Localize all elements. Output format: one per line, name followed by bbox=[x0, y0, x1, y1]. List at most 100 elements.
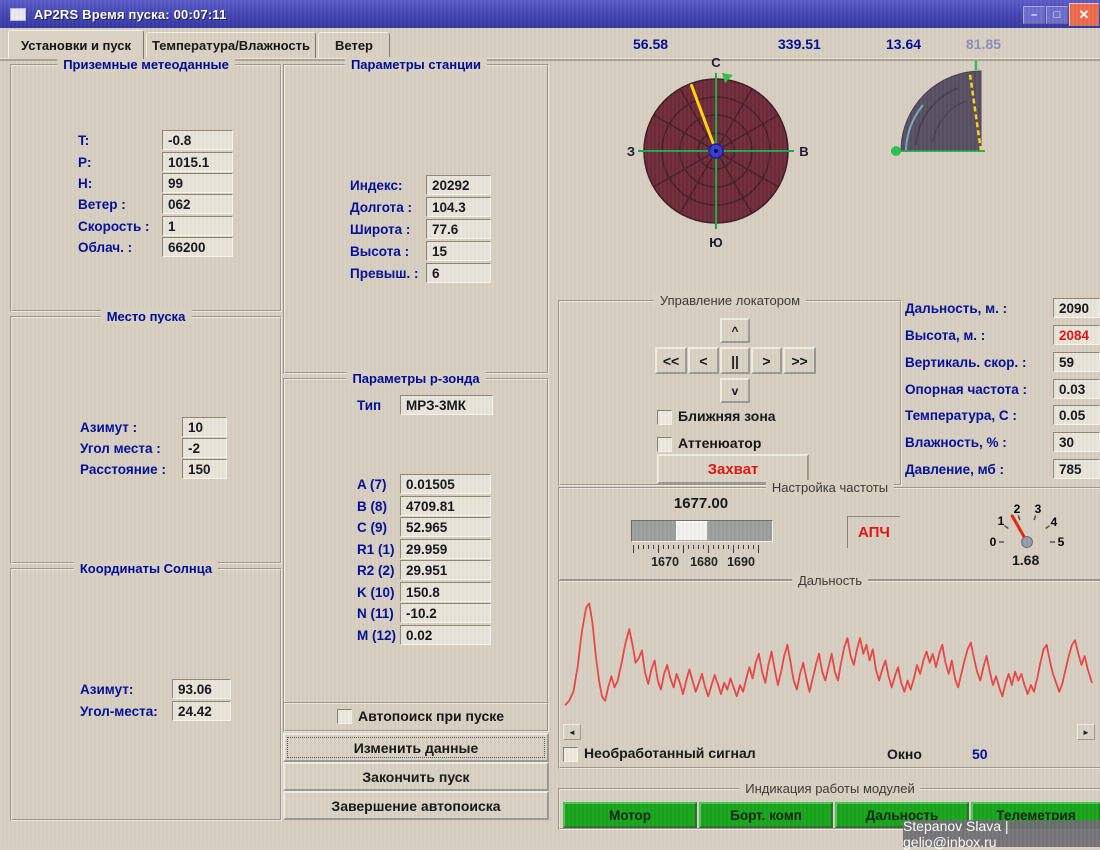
near-zone-label: Ближняя зона bbox=[678, 408, 776, 424]
field-coef-r1[interactable]: 29.959 bbox=[400, 539, 491, 559]
compass-south-label: Ю bbox=[709, 235, 722, 250]
field-sun-azimuth[interactable]: 93.06 bbox=[172, 679, 231, 699]
scale-label-1680: 1680 bbox=[690, 555, 718, 569]
tab-wind[interactable]: Ветер bbox=[318, 32, 390, 58]
fan-horizon-marker bbox=[891, 146, 901, 156]
signal-line bbox=[565, 603, 1092, 705]
group-title: Параметры станции bbox=[345, 57, 487, 72]
field-station-index[interactable]: 20292 bbox=[426, 175, 491, 195]
reading-4: 81.85 bbox=[966, 36, 1001, 52]
photo-watermark: Stepanov Slava | gelio@inbox.ru bbox=[903, 820, 1100, 847]
frequency-slider[interactable] bbox=[631, 520, 773, 542]
group-title: Координаты Солнца bbox=[74, 561, 218, 576]
field-coef-b[interactable]: 4709.81 bbox=[400, 496, 491, 516]
field-launch-azimuth[interactable]: 10 bbox=[182, 417, 227, 437]
antenna-stop-button[interactable]: || bbox=[720, 347, 750, 374]
reading-3: 13.64 bbox=[886, 36, 921, 52]
attenuator-checkbox[interactable] bbox=[657, 437, 672, 452]
field-wind[interactable]: 062 bbox=[162, 194, 233, 214]
window-title: AP2RS Время пуска: 00:07:11 bbox=[34, 7, 227, 22]
field-h[interactable]: 99 bbox=[162, 173, 233, 193]
field-coef-k[interactable]: 150.8 bbox=[400, 582, 491, 602]
close-button[interactable]: ✕ bbox=[1069, 3, 1099, 26]
attenuator-label: Аттенюатор bbox=[678, 435, 761, 451]
reading-1: 56.58 bbox=[633, 36, 668, 52]
title-bar: AP2RS Время пуска: 00:07:11 – □ ✕ bbox=[0, 0, 1100, 28]
field-launch-distance[interactable]: 150 bbox=[182, 459, 227, 479]
azimuth-polar-display: С Ю З В bbox=[618, 53, 818, 253]
field-coef-a[interactable]: 0.01505 bbox=[400, 474, 491, 494]
field-station-excess[interactable]: 6 bbox=[426, 263, 491, 283]
group-title: Настройка частоты bbox=[766, 480, 894, 495]
compass-west-label: З bbox=[627, 144, 635, 159]
range-signal-chart bbox=[564, 594, 1094, 720]
field-coef-c[interactable]: 52.965 bbox=[400, 517, 491, 537]
field-p[interactable]: 1015.1 bbox=[162, 152, 233, 172]
group-range-chart: Дальность ◄ ► Необработанный сигнал Окно… bbox=[558, 580, 1100, 769]
field-station-height[interactable]: 15 bbox=[426, 241, 491, 261]
field-coef-n[interactable]: -10.2 bbox=[400, 603, 491, 623]
field-speed[interactable]: 1 bbox=[162, 216, 233, 236]
field-sonde-type[interactable]: МРЗ-3МК bbox=[400, 395, 493, 415]
chart-scroll-right-button[interactable]: ► bbox=[1077, 724, 1095, 740]
svg-text:1: 1 bbox=[998, 514, 1005, 528]
app-icon bbox=[10, 8, 26, 21]
antenna-right-button[interactable]: > bbox=[751, 347, 782, 374]
tab-temperature-humidity[interactable]: Температура/Влажность bbox=[146, 32, 316, 58]
field-humidity: 30 bbox=[1053, 432, 1100, 452]
window-size-value: 50 bbox=[972, 746, 988, 762]
svg-text:0: 0 bbox=[990, 535, 997, 549]
autosearch-checkbox[interactable] bbox=[337, 709, 352, 724]
antenna-fast-left-button[interactable]: << bbox=[655, 347, 687, 374]
field-t[interactable]: -0.8 bbox=[162, 130, 233, 150]
minimize-button[interactable]: – bbox=[1023, 6, 1045, 24]
end-autosearch-button[interactable]: Завершение автопоиска bbox=[283, 791, 549, 820]
field-coef-m[interactable]: 0.02 bbox=[400, 625, 491, 645]
chart-scroll-left-button[interactable]: ◄ bbox=[563, 724, 581, 740]
field-launch-elevation[interactable]: -2 bbox=[182, 438, 227, 458]
autosearch-frame: Автопоиск при пуске bbox=[283, 702, 549, 732]
near-zone-checkbox[interactable] bbox=[657, 410, 672, 425]
elevation-fan bbox=[901, 71, 981, 151]
group-radar-control: Управление локатором ^ << < || > >> v Бл… bbox=[558, 300, 902, 486]
group-title: Место пуска bbox=[101, 309, 192, 324]
group-launch-site: Место пуска Азимут : 10 Угол места : -2 … bbox=[10, 316, 282, 564]
antenna-up-button[interactable]: ^ bbox=[720, 318, 750, 343]
frequency-value: 1677.00 bbox=[631, 495, 771, 512]
field-sun-elevation[interactable]: 24.42 bbox=[172, 701, 231, 721]
svg-text:2: 2 bbox=[1014, 502, 1021, 516]
raw-signal-label: Необработанный сигнал bbox=[584, 745, 756, 761]
module-motor-indicator[interactable]: Мотор bbox=[563, 802, 697, 828]
frequency-slider-thumb[interactable] bbox=[676, 521, 708, 541]
group-frequency: Настройка частоты 1677.00 1670 1680 1690… bbox=[558, 487, 1100, 581]
maximize-button[interactable]: □ bbox=[1046, 6, 1068, 24]
field-coef-r2[interactable]: 29.951 bbox=[400, 560, 491, 580]
field-cloud[interactable]: 66200 bbox=[162, 237, 233, 257]
scroll-left-icon: ◄ bbox=[568, 728, 576, 737]
antenna-down-button[interactable]: v bbox=[720, 378, 750, 403]
field-station-longitude[interactable]: 104.3 bbox=[426, 197, 491, 217]
svg-text:3: 3 bbox=[1035, 502, 1042, 516]
afc-label: АПЧ bbox=[858, 524, 890, 541]
frequency-ruler bbox=[633, 545, 763, 553]
finish-launch-button[interactable]: Закончить пуск bbox=[283, 762, 549, 791]
svg-text:4: 4 bbox=[1051, 515, 1058, 529]
antenna-fast-right-button[interactable]: >> bbox=[783, 347, 816, 374]
scale-label-1670: 1670 bbox=[651, 555, 679, 569]
field-height: 2084 bbox=[1053, 325, 1100, 345]
field-pressure: 785 bbox=[1053, 459, 1100, 479]
tab-setup-launch[interactable]: Установки и пуск bbox=[8, 30, 144, 59]
field-range: 2090 bbox=[1053, 298, 1100, 318]
window-size-label: Окно bbox=[887, 746, 922, 762]
module-onboard-computer-indicator[interactable]: Борт. комп bbox=[699, 802, 833, 828]
svg-text:5: 5 bbox=[1058, 535, 1065, 549]
raw-signal-checkbox[interactable] bbox=[563, 747, 578, 762]
change-data-button[interactable]: Изменить данные bbox=[283, 733, 549, 762]
scale-label-1690: 1690 bbox=[727, 555, 755, 569]
antenna-left-button[interactable]: < bbox=[688, 347, 719, 374]
field-temperature: 0.05 bbox=[1053, 405, 1100, 425]
afc-frame: АПЧ bbox=[847, 516, 900, 548]
scroll-right-icon: ► bbox=[1082, 728, 1090, 737]
field-station-latitude[interactable]: 77.6 bbox=[426, 219, 491, 239]
reading-2: 339.51 bbox=[778, 36, 821, 52]
